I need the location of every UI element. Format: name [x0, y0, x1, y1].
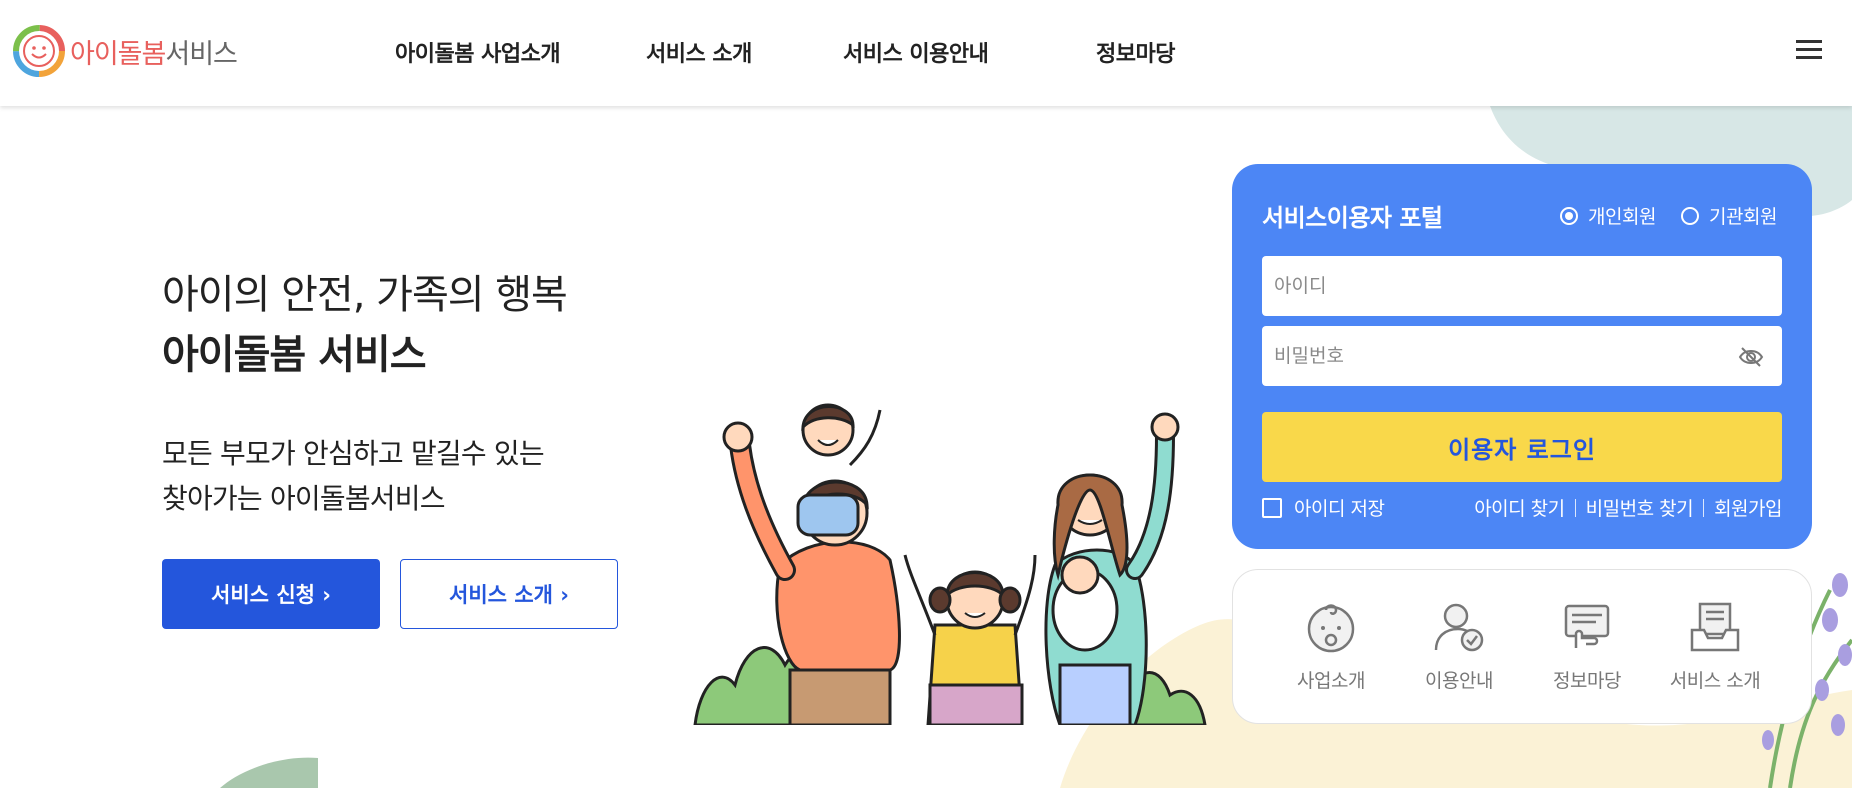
smile-logo-icon	[13, 25, 65, 77]
find-password-link[interactable]: 비밀번호 찾기	[1586, 494, 1694, 521]
hamburger-menu-icon[interactable]	[1796, 40, 1822, 62]
quick-menu-guide[interactable]: 이용안내	[1404, 600, 1514, 693]
checkbox-icon	[1262, 497, 1282, 518]
find-id-link[interactable]: 아이디 찾기	[1474, 494, 1565, 521]
nav-item-usage-guide[interactable]: 서비스 이용안내	[843, 36, 989, 68]
radio-org-member[interactable]: 기관회원	[1681, 202, 1777, 229]
hero-description-line2: 찾아가는 아이돌봄서비스	[162, 482, 445, 515]
hero-tagline: 아이의 안전, 가족의 행복	[162, 272, 568, 318]
quick-menu-business-label: 사업소개	[1297, 670, 1365, 692]
service-apply-button[interactable]: 서비스 신청 ›	[162, 559, 380, 629]
password-input[interactable]	[1262, 326, 1782, 386]
logo-text-b: 서비스	[165, 38, 238, 70]
quick-menu-service-label: 서비스 소개	[1669, 670, 1761, 692]
hero-title: 아이돌봄 서비스	[162, 332, 427, 378]
service-intro-button[interactable]: 서비스 소개 ›	[400, 559, 618, 629]
site-logo[interactable]: 아이돌봄서비스	[12, 24, 238, 78]
quick-menu-guide-label: 이용안내	[1425, 670, 1493, 692]
nav-item-business-intro[interactable]: 아이돌봄 사업소개	[395, 36, 561, 68]
eye-off-icon[interactable]	[1738, 346, 1764, 368]
inbox-document-icon	[1690, 602, 1740, 652]
quick-menu-service[interactable]: 서비스 소개	[1660, 600, 1770, 693]
radio-checked-icon	[1560, 206, 1578, 225]
hand-card-icon	[1564, 604, 1610, 648]
radio-personal-label: 개인회원	[1588, 206, 1656, 228]
logo-text-a: 아이돌봄	[70, 38, 166, 70]
login-panel: 서비스이용자 포털 개인회원 기관회원 이용자 로그인 아이디 저장 아이디 찾…	[1232, 164, 1812, 549]
join-link[interactable]: 회원가입	[1714, 494, 1782, 521]
save-id-checkbox[interactable]: 아이디 저장	[1262, 494, 1385, 521]
radio-unchecked-icon	[1681, 206, 1699, 225]
quick-menu-info[interactable]: 정보마당	[1532, 600, 1642, 693]
site-header: 아이돌봄서비스 아이돌봄 사업소개 서비스 소개 서비스 이용안내 정보마당	[0, 0, 1852, 106]
user-id-input[interactable]	[1262, 256, 1782, 316]
login-links: 아이디 찾기 비밀번호 찾기 회원가입	[1474, 494, 1782, 521]
link-divider	[1574, 498, 1576, 517]
nav-item-service-intro[interactable]: 서비스 소개	[646, 36, 752, 68]
save-id-label: 아이디 저장	[1294, 498, 1385, 520]
link-divider	[1703, 498, 1705, 517]
quick-menu: 사업소개 이용안내 정보마당 서비스 소개	[1232, 569, 1812, 724]
radio-personal-member[interactable]: 개인회원	[1560, 202, 1656, 229]
radio-org-label: 기관회원	[1709, 206, 1777, 228]
quick-menu-business[interactable]: 사업소개	[1276, 600, 1386, 693]
user-check-icon	[1434, 603, 1484, 652]
login-panel-title: 서비스이용자 포털	[1262, 204, 1443, 232]
quick-menu-info-label: 정보마당	[1553, 670, 1621, 692]
user-login-button[interactable]: 이용자 로그인	[1262, 412, 1782, 482]
family-illustration	[693, 403, 1207, 725]
nav-item-info[interactable]: 정보마당	[1096, 36, 1175, 68]
baby-icon	[1307, 604, 1355, 653]
hero-description-line1: 모든 부모가 안심하고 맡길수 있는	[162, 437, 545, 470]
